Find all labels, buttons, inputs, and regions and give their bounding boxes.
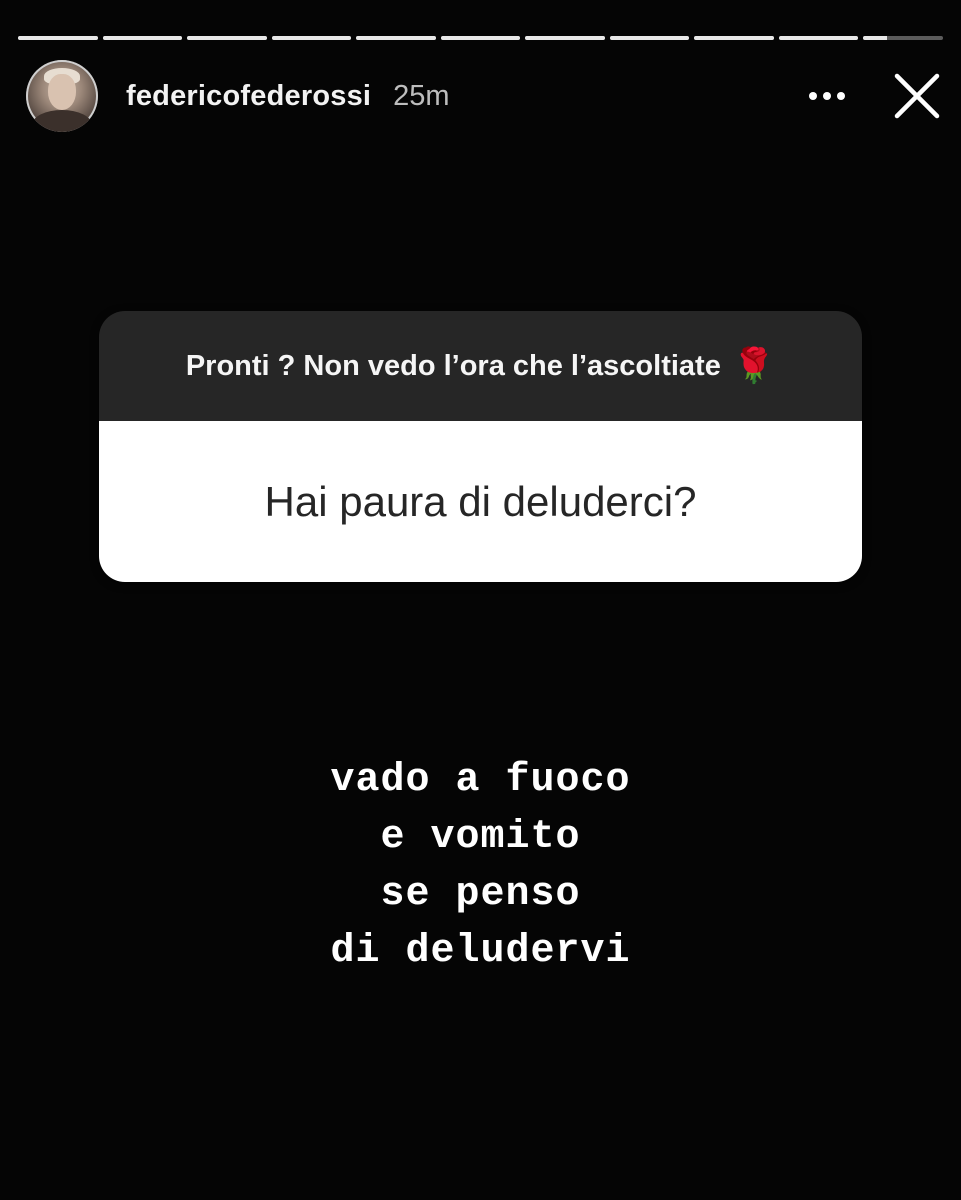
more-horizontal-icon[interactable] xyxy=(807,76,847,116)
story-progress-bar xyxy=(18,36,944,41)
progress-segment-fill xyxy=(694,36,774,40)
progress-segment xyxy=(525,36,605,40)
profile-avatar[interactable] xyxy=(26,60,98,132)
progress-segment-fill xyxy=(609,36,690,40)
progress-segment xyxy=(102,36,183,40)
progress-segment xyxy=(440,36,521,40)
story-header: federicofederossi 25m xyxy=(26,60,943,132)
rose-icon: 🌹 xyxy=(732,347,776,385)
progress-segment xyxy=(187,36,267,40)
progress-segment xyxy=(863,36,944,40)
story-view[interactable]: federicofederossi 25m Pronti ? Non vedo … xyxy=(0,0,961,1200)
progress-segment xyxy=(356,36,436,40)
answer-line: se penso xyxy=(380,872,581,917)
answer-line: di deludervi xyxy=(330,929,631,974)
progress-segment-fill xyxy=(525,36,605,40)
progress-segment-fill xyxy=(356,36,436,40)
progress-segment-fill xyxy=(271,36,352,40)
progress-segment-fill xyxy=(778,36,859,40)
question-sticker-prompt: Pronti ? Non vedo l’ora che l’ascoltiate… xyxy=(99,311,862,421)
progress-segment-fill xyxy=(102,36,183,40)
question-sticker-question: Hai paura di deluderci? xyxy=(99,421,862,582)
progress-segment-fill xyxy=(440,36,521,40)
progress-segment xyxy=(609,36,690,40)
answer-line: vado a fuoco xyxy=(330,758,631,803)
progress-segment xyxy=(694,36,774,40)
progress-segment xyxy=(271,36,352,40)
progress-segment-fill xyxy=(187,36,267,40)
progress-segment xyxy=(778,36,859,40)
close-icon[interactable] xyxy=(891,70,943,122)
post-time: 25m xyxy=(393,79,450,112)
question-sticker-prompt-text: Pronti ? Non vedo l’ora che l’ascoltiate xyxy=(185,349,721,382)
progress-segment xyxy=(18,36,98,40)
progress-segment-fill xyxy=(18,36,98,40)
username[interactable]: federicofederossi xyxy=(126,80,371,113)
answer-line: e vomito xyxy=(380,815,581,860)
progress-segment-fill xyxy=(863,36,888,40)
question-text: Hai paura di deluderci? xyxy=(264,477,697,525)
question-sticker: Pronti ? Non vedo l’ora che l’ascoltiate… xyxy=(99,311,862,582)
answer-text: vado a fuoco e vomito se penso di delude… xyxy=(0,752,961,980)
